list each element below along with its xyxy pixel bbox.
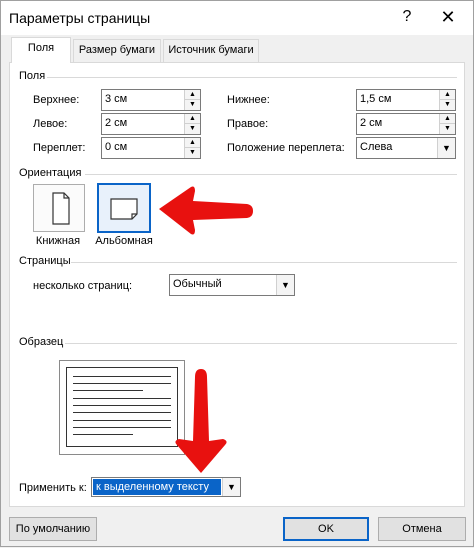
gutter-position-label: Положение переплета: xyxy=(227,142,345,154)
dialog-title: Параметры страницы xyxy=(9,10,151,26)
portrait-button[interactable] xyxy=(33,184,85,232)
orientation-section-label: Ориентация xyxy=(19,167,82,179)
preview-text-line xyxy=(73,405,171,406)
tab-paper-source[interactable]: Источник бумаги xyxy=(163,39,259,63)
chevron-down-icon[interactable]: ▼ xyxy=(437,138,455,158)
right-margin-spinner[interactable]: 2 см ▲ ▼ xyxy=(356,113,456,135)
top-margin-value: 3 см xyxy=(105,93,128,105)
preview-text-line xyxy=(73,398,171,399)
apply-to-value: к выделенному тексту xyxy=(93,479,221,495)
spin-down-icon[interactable]: ▼ xyxy=(185,124,200,134)
landscape-label: Альбомная xyxy=(95,235,153,247)
left-margin-spinner[interactable]: 2 см ▲ ▼ xyxy=(101,113,201,135)
preview-text-line xyxy=(73,383,171,384)
top-margin-spinner[interactable]: 3 см ▲ ▼ xyxy=(101,89,201,111)
apply-to-select[interactable]: к выделенному тексту ▼ xyxy=(91,477,241,497)
multiple-pages-select[interactable]: Обычный ▼ xyxy=(169,274,295,296)
portrait-page-icon xyxy=(52,192,70,225)
gutter-position-select[interactable]: Слева ▼ xyxy=(356,137,456,159)
margins-divider xyxy=(47,77,457,78)
cancel-button[interactable]: Отмена xyxy=(378,517,466,541)
preview-text-line xyxy=(73,376,171,377)
preview-text-line xyxy=(73,390,143,391)
left-margin-label: Левое: xyxy=(33,118,68,130)
spin-down-icon[interactable]: ▼ xyxy=(185,100,200,110)
pages-divider xyxy=(71,262,457,263)
landscape-button[interactable] xyxy=(97,183,151,233)
gutter-label: Переплет: xyxy=(33,142,86,154)
top-margin-label: Верхнее: xyxy=(33,94,80,106)
tab-margins[interactable]: Поля xyxy=(11,37,71,63)
spin-down-icon[interactable]: ▼ xyxy=(440,100,455,110)
close-button[interactable]: ✕ xyxy=(431,4,465,30)
multiple-pages-value: Обычный xyxy=(173,278,222,290)
spin-down-icon[interactable]: ▼ xyxy=(440,124,455,134)
spin-up-icon[interactable]: ▲ xyxy=(185,138,200,148)
preview-page xyxy=(66,367,178,447)
tab-paper-size[interactable]: Размер бумаги xyxy=(73,39,161,63)
bottom-margin-spinner[interactable]: 1,5 см ▲ ▼ xyxy=(356,89,456,111)
preview-section-label: Образец xyxy=(19,336,64,348)
preview-text-line xyxy=(73,434,133,435)
preview-divider xyxy=(65,343,457,344)
apply-to-label: Применить к: xyxy=(19,482,87,494)
preview-thumbnail xyxy=(59,360,185,455)
spin-up-icon[interactable]: ▲ xyxy=(185,114,200,124)
gutter-spinner[interactable]: 0 см ▲ ▼ xyxy=(101,137,201,159)
page-setup-dialog: Параметры страницы ? ✕ Поля Размер бумаг… xyxy=(0,0,474,547)
orientation-divider xyxy=(85,174,457,175)
right-margin-value: 2 см xyxy=(360,117,383,129)
set-default-button[interactable]: По умолчанию xyxy=(9,517,97,541)
multiple-pages-label: несколько страниц: xyxy=(33,280,133,292)
preview-text-line xyxy=(73,420,171,421)
gutter-value: 0 см xyxy=(105,141,128,153)
title-bar: Параметры страницы ? ✕ xyxy=(1,1,473,35)
spin-down-icon[interactable]: ▼ xyxy=(185,148,200,158)
gutter-position-value: Слева xyxy=(360,141,393,153)
chevron-down-icon[interactable]: ▼ xyxy=(276,275,294,295)
preview-text-line xyxy=(73,427,171,428)
chevron-down-icon[interactable]: ▼ xyxy=(222,478,240,496)
bottom-margin-value: 1,5 см xyxy=(360,93,392,105)
landscape-page-icon xyxy=(110,198,138,220)
right-margin-label: Правое: xyxy=(227,118,269,130)
spin-up-icon[interactable]: ▲ xyxy=(440,114,455,124)
preview-text-line xyxy=(73,412,171,413)
pages-section-label: Страницы xyxy=(19,255,71,267)
left-margin-value: 2 см xyxy=(105,117,128,129)
spin-up-icon[interactable]: ▲ xyxy=(440,90,455,100)
ok-button[interactable]: OK xyxy=(283,517,369,541)
margins-section-label: Поля xyxy=(19,70,46,82)
portrait-label: Книжная xyxy=(35,235,81,247)
spin-up-icon[interactable]: ▲ xyxy=(185,90,200,100)
help-button[interactable]: ? xyxy=(393,4,421,30)
bottom-margin-label: Нижнее: xyxy=(227,94,270,106)
